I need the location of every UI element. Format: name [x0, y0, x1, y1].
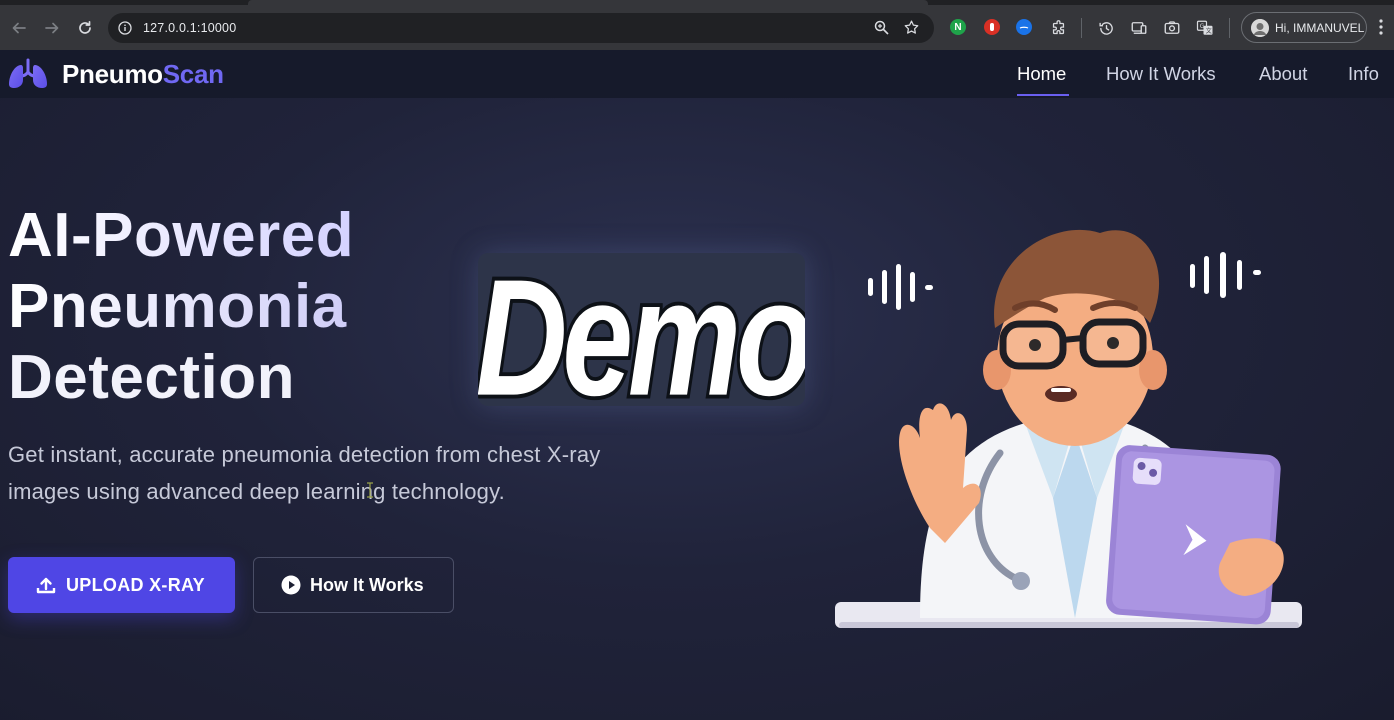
site-info-icon[interactable] [118, 21, 132, 40]
hero-title-line: Pneumonia [8, 271, 354, 342]
browser-toolbar: 127.0.0.1:10000 N G文 Hi, IMMANUVEL [0, 0, 1394, 50]
forward-icon[interactable] [41, 17, 63, 39]
tablet-device [1106, 445, 1281, 625]
brand-name-accent: Scan [162, 59, 224, 89]
brand-name-primary: Pneumo [62, 59, 163, 89]
demo-badge: Demo [478, 253, 805, 406]
extensions-puzzle-icon[interactable] [1049, 19, 1067, 37]
tab-strip [0, 0, 1394, 5]
svg-text:G: G [1200, 23, 1205, 30]
back-icon[interactable] [8, 17, 30, 39]
profile-label: Hi, IMMANUVEL [1275, 21, 1365, 35]
address-url[interactable]: 127.0.0.1:10000 [143, 21, 236, 35]
hero-title-line: AI-Powered [8, 201, 355, 270]
active-tab[interactable] [248, 0, 928, 5]
hero-title-line: Detection [8, 343, 295, 412]
globe-extension-icon[interactable] [1016, 19, 1032, 35]
toolbar-separator [1229, 18, 1230, 38]
avatar [1251, 19, 1269, 37]
doctor-illustration [835, 229, 1302, 628]
nav-active-indicator [1017, 94, 1069, 96]
bookmark-star-icon[interactable] [903, 19, 920, 41]
play-circle-icon [281, 575, 301, 595]
hand-extension-icon[interactable] [984, 19, 1000, 35]
upload-xray-label: UPLOAD X-RAY [66, 574, 205, 595]
text-cursor-icon [367, 482, 373, 498]
sound-wave-right-icon [1190, 252, 1261, 298]
how-it-works-button[interactable]: How It Works [253, 557, 454, 613]
demo-label: Demo [478, 253, 805, 406]
toolbar-separator [1081, 18, 1082, 38]
zoom-icon[interactable] [874, 20, 889, 40]
site-header: PneumoScan Home How It Works About Info [0, 50, 1394, 98]
nav-how-it-works[interactable]: How It Works [1106, 63, 1216, 85]
history-icon[interactable] [1097, 19, 1115, 37]
upload-icon [36, 575, 56, 595]
lungs-logo-icon[interactable] [8, 58, 50, 95]
upload-xray-button[interactable]: UPLOAD X-RAY [8, 557, 235, 613]
demo-badge-text: Demo [478, 253, 805, 406]
devices-icon[interactable] [1130, 19, 1148, 37]
nav-info[interactable]: Info [1348, 63, 1379, 85]
reload-icon[interactable] [74, 17, 96, 39]
grammar-extension-icon[interactable]: N [950, 19, 966, 35]
sound-wave-left-icon [868, 264, 933, 310]
nav-about[interactable]: About [1259, 63, 1307, 85]
nav-home[interactable]: Home [1017, 63, 1066, 85]
how-it-works-label: How It Works [310, 574, 424, 595]
translate-icon[interactable]: G文 [1196, 19, 1214, 37]
profile-button[interactable]: Hi, IMMANUVEL [1241, 12, 1367, 43]
address-bar[interactable]: 127.0.0.1:10000 [108, 13, 934, 43]
hero-title: AI-Powered Pneumonia Detection [8, 200, 354, 413]
screenshot-icon[interactable] [1163, 19, 1181, 37]
hero-subtitle: Get instant, accurate pneumonia detectio… [8, 442, 601, 504]
brand-name[interactable]: PneumoScan [62, 59, 224, 90]
hero-section: AI-Powered Pneumonia Detection Get insta… [0, 98, 1394, 720]
svg-text:文: 文 [1206, 27, 1212, 35]
browser-menu-icon[interactable] [1378, 18, 1384, 41]
